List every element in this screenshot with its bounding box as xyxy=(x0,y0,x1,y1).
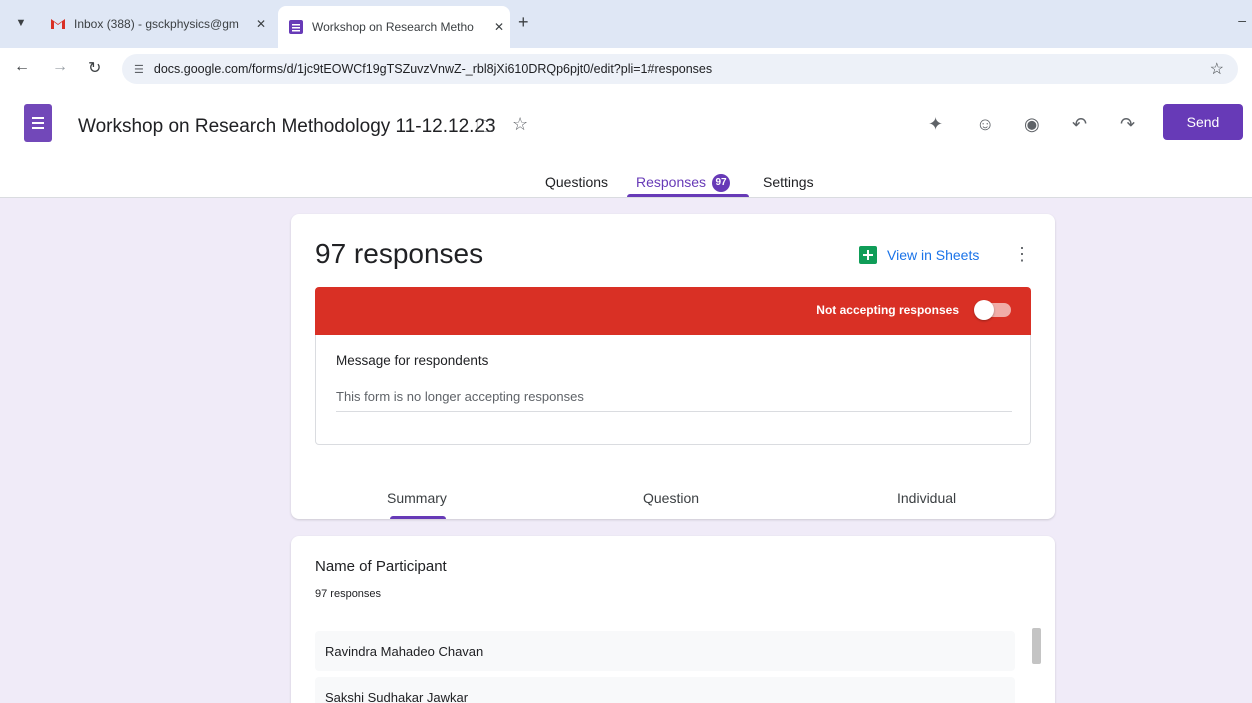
question-summary-card: Name of Participant 97 responses Ravindr… xyxy=(291,536,1055,703)
redo-icon[interactable]: ↷ xyxy=(1120,114,1135,135)
browser-toolbar: ← → ↻ ☰ docs.google.com/forms/d/1jc9tEOW… xyxy=(0,48,1252,90)
responses-count-badge: 97 xyxy=(712,174,731,193)
gmail-icon xyxy=(51,19,65,29)
answer-row: Ravindra Mahadeo Chavan xyxy=(315,631,1015,671)
customize-theme-palette-icon[interactable]: ☺ xyxy=(976,114,994,135)
tab-settings[interactable]: Settings xyxy=(763,174,814,190)
forms-logo-icon[interactable] xyxy=(24,104,52,142)
responses-count-heading: 97 responses xyxy=(315,238,484,269)
star-icon[interactable]: ☆ xyxy=(512,114,528,135)
undo-icon[interactable]: ↶ xyxy=(1072,114,1087,135)
question-response-count: 97 responses xyxy=(315,588,382,600)
accepting-status-label: Not accepting responses xyxy=(816,303,959,317)
form-title[interactable]: Workshop on Research Methodology 11-12.1… xyxy=(78,116,496,138)
not-accepting-banner: Not accepting responses xyxy=(315,287,1031,335)
message-label: Message for respondents xyxy=(336,353,489,368)
answers-scrollbar[interactable] xyxy=(1032,628,1041,664)
address-bar[interactable]: ☰ docs.google.com/forms/d/1jc9tEOWCf19gT… xyxy=(122,54,1238,84)
reload-icon[interactable]: ↻ xyxy=(88,58,101,78)
send-button[interactable]: Send xyxy=(1163,104,1243,140)
subtab-summary[interactable]: Summary xyxy=(387,490,447,506)
close-tab-icon[interactable]: ✕ xyxy=(488,20,510,34)
forward-arrow-icon[interactable]: → xyxy=(52,58,68,76)
sheets-icon xyxy=(859,246,877,264)
back-arrow-icon[interactable]: ← xyxy=(14,58,30,76)
new-tab-button[interactable]: + xyxy=(518,12,529,33)
forms-icon xyxy=(289,20,303,34)
subtab-individual[interactable]: Individual xyxy=(897,490,956,506)
subtab-question[interactable]: Question xyxy=(643,490,699,506)
active-subtab-indicator xyxy=(390,516,446,519)
tab-google-form[interactable]: Workshop on Research Metho ✕ xyxy=(278,6,510,48)
respondent-message-box: Message for respondents This form is no … xyxy=(315,335,1031,445)
view-in-sheets-label: View in Sheets xyxy=(887,247,980,263)
tab-search-chevron-icon[interactable]: ▼ xyxy=(10,12,32,34)
message-input[interactable]: This form is no longer accepting respons… xyxy=(336,389,584,404)
responses-summary-card: 97 responses View in Sheets ⋮ Not accept… xyxy=(291,214,1055,519)
message-input-underline xyxy=(336,411,1012,412)
accepting-responses-toggle[interactable] xyxy=(974,300,1011,320)
site-settings-icon[interactable]: ☰ xyxy=(134,63,144,76)
bookmark-star-icon[interactable]: ☆ xyxy=(1210,59,1224,79)
tab-title: Inbox (388) - gsckphysics@gm xyxy=(74,17,239,31)
addons-puzzle-icon[interactable]: ✦ xyxy=(928,114,943,135)
browser-tab-strip: ▼ Inbox (388) - gsckphysics@gm ✕ Worksho… xyxy=(0,0,1252,48)
active-tab-indicator xyxy=(627,194,749,197)
forms-header: Workshop on Research Methodology 11-12.1… xyxy=(0,90,1252,198)
tab-questions[interactable]: Questions xyxy=(545,174,608,190)
url-text: docs.google.com/forms/d/1jc9tEOWCf19gTSZ… xyxy=(153,62,713,76)
preview-eye-icon[interactable]: ◉ xyxy=(1024,114,1040,135)
tab-gmail-inbox[interactable]: Inbox (388) - gsckphysics@gm ✕ xyxy=(40,8,272,40)
more-options-icon[interactable]: ⋮ xyxy=(1013,244,1031,265)
close-tab-icon[interactable]: ✕ xyxy=(250,17,272,31)
tab-responses[interactable]: Responses 97 xyxy=(636,174,731,193)
folder-icon[interactable]: 🗀 xyxy=(476,114,494,144)
answer-row: Sakshi Sudhakar Jawkar xyxy=(315,677,1015,703)
tab-title: Workshop on Research Metho xyxy=(312,20,474,34)
responses-canvas: 97 responses View in Sheets ⋮ Not accept… xyxy=(0,198,1252,703)
tab-responses-label: Responses xyxy=(636,174,707,190)
view-in-sheets-link[interactable]: View in Sheets xyxy=(859,246,979,264)
toggle-knob xyxy=(974,300,994,320)
minimize-window-icon[interactable]: – xyxy=(1238,12,1246,28)
question-title: Name of Participant xyxy=(315,558,447,575)
